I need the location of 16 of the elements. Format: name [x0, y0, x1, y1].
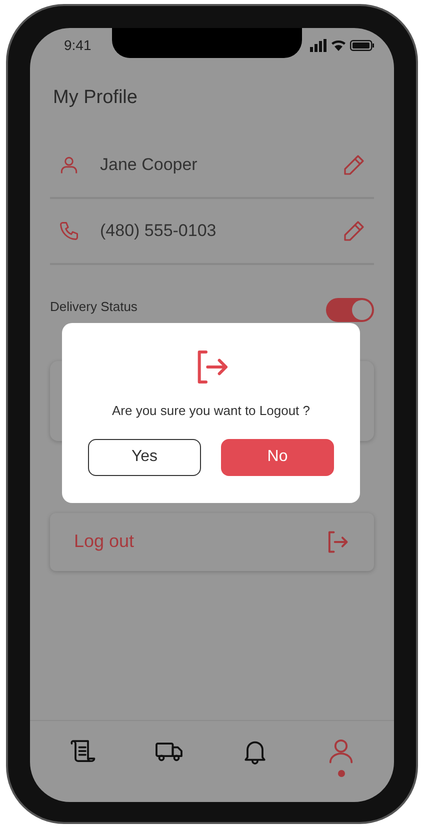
pencil-icon[interactable] [342, 152, 366, 176]
no-button[interactable]: No [221, 438, 334, 476]
status-toggle[interactable] [326, 298, 374, 322]
pencil-icon[interactable] [342, 218, 366, 242]
logout-item[interactable]: Log out [50, 512, 374, 570]
status-time: 9:41 [64, 36, 92, 54]
dialog-message: Are you sure you want to Logout ? [112, 402, 310, 420]
wifi-icon [331, 39, 346, 51]
field-value: (480) 555-0103 [100, 220, 218, 242]
field-value: Jane Cooper [100, 154, 198, 176]
signal-icon [310, 38, 327, 52]
yes-button[interactable]: Yes [88, 438, 201, 476]
phone-icon [58, 220, 80, 242]
page-title: My Profile [53, 86, 138, 110]
battery-icon [350, 40, 374, 50]
status-label: Delivery Status [50, 298, 138, 316]
